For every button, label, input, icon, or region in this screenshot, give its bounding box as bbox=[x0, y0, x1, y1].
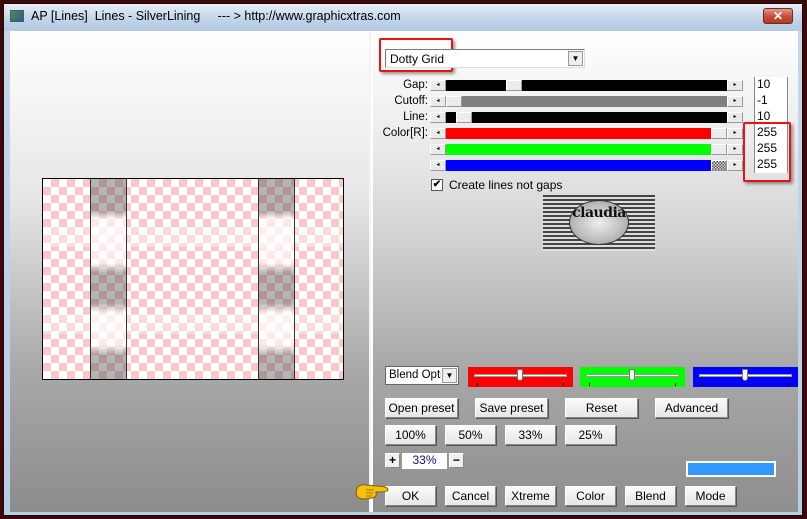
gap-thumb[interactable] bbox=[506, 80, 522, 91]
save-preset-button[interactable]: Save preset bbox=[475, 398, 548, 418]
create-lines-checkbox[interactable]: ✔ bbox=[431, 179, 443, 191]
advanced-button[interactable]: Advanced bbox=[655, 398, 728, 418]
cutoff-track[interactable] bbox=[446, 96, 727, 107]
green-thumb[interactable] bbox=[711, 144, 727, 155]
red-slider[interactable]: ◂ ▸ bbox=[430, 128, 743, 139]
arrow-left-icon[interactable]: ◂ bbox=[430, 144, 446, 155]
tick-mark bbox=[702, 383, 703, 386]
dialog-client: Dotty Grid ▼ Gap: ◂ ▸ 10 Cutoff: ◂ ▸ -1 … bbox=[10, 31, 798, 512]
cutoff-thumb[interactable] bbox=[446, 96, 462, 107]
mode-button[interactable]: Mode bbox=[685, 486, 736, 506]
blend-options-value: Blend Options bbox=[389, 369, 441, 381]
arrow-right-icon[interactable]: ▸ bbox=[727, 96, 743, 107]
red-track[interactable] bbox=[446, 128, 727, 139]
arrow-left-icon[interactable]: ◂ bbox=[430, 160, 446, 171]
blend-button[interactable]: Blend bbox=[625, 486, 676, 506]
blue-thumb[interactable] bbox=[711, 160, 727, 171]
controls-pane: Dotty Grid ▼ Gap: ◂ ▸ 10 Cutoff: ◂ ▸ -1 … bbox=[373, 31, 798, 512]
zoom-50-button[interactable]: 50% bbox=[445, 425, 496, 445]
preview-image[interactable] bbox=[42, 178, 344, 380]
gap-label: Gap: bbox=[403, 79, 428, 91]
blue-slider[interactable]: ◂ ▸ bbox=[430, 160, 743, 171]
preview-band bbox=[43, 227, 343, 247]
open-preset-button[interactable]: Open preset bbox=[385, 398, 458, 418]
arrow-right-icon[interactable]: ▸ bbox=[727, 128, 743, 139]
cancel-button[interactable]: Cancel bbox=[445, 486, 496, 506]
blend-blue-slider[interactable] bbox=[693, 367, 798, 387]
xtreme-button[interactable]: Xtreme bbox=[505, 486, 556, 506]
blend-red-slider[interactable] bbox=[468, 367, 573, 387]
arrow-left-icon[interactable]: ◂ bbox=[430, 96, 446, 107]
chevron-down-icon[interactable]: ▼ bbox=[442, 368, 457, 383]
cutoff-slider[interactable]: ◂ ▸ bbox=[430, 96, 743, 107]
arrow-left-icon[interactable]: ◂ bbox=[430, 112, 446, 123]
arrow-right-icon[interactable]: ▸ bbox=[727, 144, 743, 155]
color-button[interactable]: Color bbox=[565, 486, 616, 506]
line-slider[interactable]: ◂ ▸ bbox=[430, 112, 743, 123]
zoom-100-button[interactable]: 100% bbox=[385, 425, 436, 445]
preview-line bbox=[90, 179, 127, 379]
color-swatch[interactable] bbox=[686, 461, 776, 477]
blend-options-dropdown[interactable]: Blend Options ▼ bbox=[385, 366, 459, 385]
line-label: Line: bbox=[403, 111, 428, 123]
preset-dropdown[interactable]: Dotty Grid ▼ bbox=[385, 49, 585, 68]
ok-button[interactable]: OK bbox=[385, 486, 436, 506]
zoom-33-button[interactable]: 33% bbox=[505, 425, 556, 445]
tick-mark bbox=[589, 383, 590, 386]
plugin-window: AP [Lines] Lines - SilverLining --- > ht… bbox=[3, 3, 803, 516]
green-slider[interactable]: ◂ ▸ bbox=[430, 144, 743, 155]
arrow-right-icon[interactable]: ▸ bbox=[727, 160, 743, 171]
blend-green-thumb[interactable] bbox=[629, 369, 635, 381]
zoom-25-button[interactable]: 25% bbox=[565, 425, 616, 445]
blend-green-slider[interactable] bbox=[580, 367, 685, 387]
green-track[interactable] bbox=[446, 144, 727, 155]
preview-pane bbox=[10, 31, 371, 512]
color-label: Color[R]: bbox=[382, 127, 428, 139]
cutoff-value[interactable]: -1 bbox=[754, 93, 788, 109]
line-thumb[interactable] bbox=[456, 112, 472, 123]
gap-slider[interactable]: ◂ ▸ bbox=[430, 80, 743, 91]
tick-mark bbox=[563, 383, 564, 386]
close-button[interactable]: ✕ bbox=[763, 8, 793, 24]
arrow-left-icon[interactable]: ◂ bbox=[430, 128, 446, 139]
cutoff-label: Cutoff: bbox=[394, 95, 428, 107]
gap-value[interactable]: 10 bbox=[754, 77, 788, 93]
pointing-hand-icon bbox=[355, 484, 389, 500]
blend-red-thumb[interactable] bbox=[517, 369, 523, 381]
app-icon bbox=[10, 10, 24, 22]
zoom-level: 33% bbox=[402, 453, 447, 469]
reset-button[interactable]: Reset bbox=[565, 398, 638, 418]
create-lines-label[interactable]: Create lines not gaps bbox=[449, 178, 562, 192]
blue-track[interactable] bbox=[446, 160, 727, 171]
preview-line bbox=[258, 179, 295, 379]
arrow-left-icon[interactable]: ◂ bbox=[430, 80, 446, 91]
preview-band bbox=[43, 314, 343, 334]
checkmark-icon: ✔ bbox=[432, 179, 442, 190]
gap-track[interactable] bbox=[446, 80, 727, 91]
arrow-right-icon[interactable]: ▸ bbox=[727, 112, 743, 123]
window-title: AP [Lines] Lines - SilverLining --- > ht… bbox=[31, 9, 401, 23]
preset-value: Dotty Grid bbox=[390, 52, 445, 66]
logo-text: claudia bbox=[572, 205, 626, 221]
chevron-down-icon[interactable]: ▼ bbox=[568, 51, 583, 66]
logo-image: claudia bbox=[543, 195, 655, 251]
tick-mark bbox=[477, 383, 478, 386]
arrow-right-icon[interactable]: ▸ bbox=[727, 80, 743, 91]
blend-blue-thumb[interactable] bbox=[742, 369, 748, 381]
tick-mark bbox=[788, 383, 789, 386]
close-icon: ✕ bbox=[772, 9, 784, 23]
zoom-out-button[interactable]: − bbox=[449, 453, 464, 468]
zoom-in-button[interactable]: + bbox=[385, 453, 400, 468]
annotation-highlight bbox=[743, 122, 791, 182]
tick-mark bbox=[675, 383, 676, 386]
title-bar: AP [Lines] Lines - SilverLining --- > ht… bbox=[4, 4, 802, 31]
red-thumb[interactable] bbox=[711, 128, 727, 139]
line-track[interactable] bbox=[446, 112, 727, 123]
